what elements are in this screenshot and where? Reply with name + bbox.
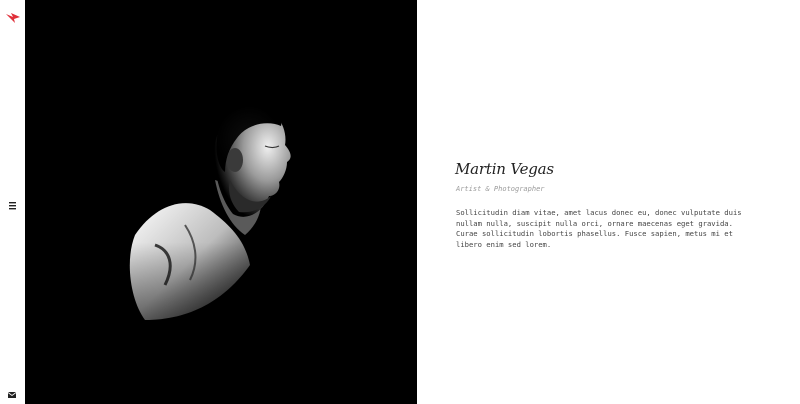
profile-name: Martin Vegas (455, 160, 554, 178)
bio-panel: Martin Vegas Artist & Photographer Solli… (417, 0, 800, 404)
hamburger-menu-icon[interactable] (6, 196, 19, 210)
profile-role: Artist & Photographer (456, 185, 545, 193)
portrait-image (25, 0, 417, 404)
side-nav (0, 0, 25, 404)
profile-description: Sollicitudin diam vitae, amet lacus done… (456, 208, 742, 249)
portrait-photo (25, 0, 417, 404)
envelope-icon[interactable] (7, 385, 18, 398)
bird-logo-icon[interactable] (6, 8, 20, 23)
page: Martin Vegas Artist & Photographer Solli… (0, 0, 800, 404)
